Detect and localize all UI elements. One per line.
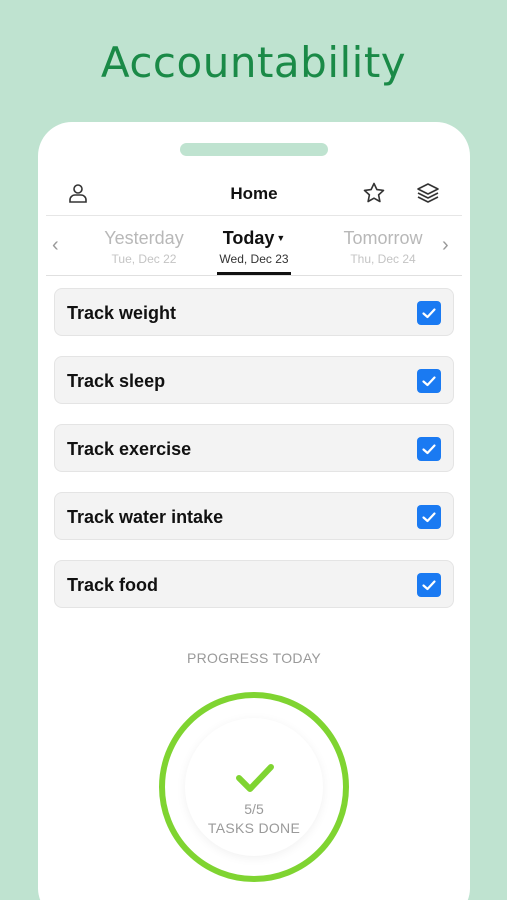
day-label: Tomorrow (343, 228, 423, 248)
checkmark-icon (422, 512, 436, 523)
day-label: Today (222, 228, 275, 248)
progress-caption: TASKS DONE (207, 820, 301, 836)
task-checkbox[interactable] (417, 301, 441, 325)
task-checkbox[interactable] (417, 573, 441, 597)
layers-icon[interactable] (416, 181, 440, 205)
day-date: Wed, Dec 23 (219, 252, 289, 266)
star-icon[interactable] (362, 181, 386, 205)
task-label: Track sleep (67, 371, 166, 391)
day-date: Thu, Dec 24 (350, 252, 416, 266)
task-checkbox[interactable] (417, 505, 441, 529)
chevron-right-icon[interactable]: › (442, 234, 449, 257)
task-item[interactable]: Track food (54, 560, 454, 608)
task-label: Track weight (67, 303, 177, 323)
phone-screen: Home ‹ Yesterday Tue, Dec 22 Today ▼ Wed,… (38, 122, 470, 900)
progress-ring: 5/5 TASKS DONE (159, 692, 349, 882)
checkmark-icon (422, 580, 436, 591)
checkmark-icon (236, 764, 274, 792)
day-selector: ‹ Yesterday Tue, Dec 22 Today ▼ Wed, Dec … (46, 218, 462, 276)
task-label: Track water intake (67, 507, 224, 527)
task-checkbox[interactable] (417, 437, 441, 461)
checkmark-icon (422, 308, 436, 319)
chevron-left-icon[interactable]: ‹ (52, 234, 59, 257)
chevron-down-icon: ▼ (276, 233, 286, 243)
task-item[interactable]: Track sleep (54, 356, 454, 404)
page-title: Home (230, 184, 278, 203)
active-tab-indicator (217, 272, 291, 275)
task-label: Track exercise (67, 439, 192, 459)
task-item[interactable]: Track water intake (54, 492, 454, 540)
app-header: Home (46, 172, 462, 216)
task-label: Track food (67, 575, 159, 595)
task-item[interactable]: Track weight (54, 288, 454, 336)
tab-today[interactable]: Today ▼ Wed, Dec 23 (194, 228, 314, 266)
day-date: Tue, Dec 22 (111, 252, 177, 266)
task-checkbox[interactable] (417, 369, 441, 393)
progress-count: 5/5 (244, 801, 264, 817)
progress-heading: PROGRESS TODAY (186, 650, 322, 666)
task-item[interactable]: Track exercise (54, 424, 454, 472)
tab-tomorrow[interactable]: Tomorrow Thu, Dec 24 (318, 228, 448, 266)
checkmark-icon (422, 444, 436, 455)
tab-yesterday[interactable]: Yesterday Tue, Dec 22 (84, 228, 204, 266)
drag-handle[interactable] (180, 143, 328, 156)
day-label: Yesterday (104, 228, 184, 248)
checkmark-icon (422, 376, 436, 387)
page-headline: Accountability (100, 38, 407, 87)
